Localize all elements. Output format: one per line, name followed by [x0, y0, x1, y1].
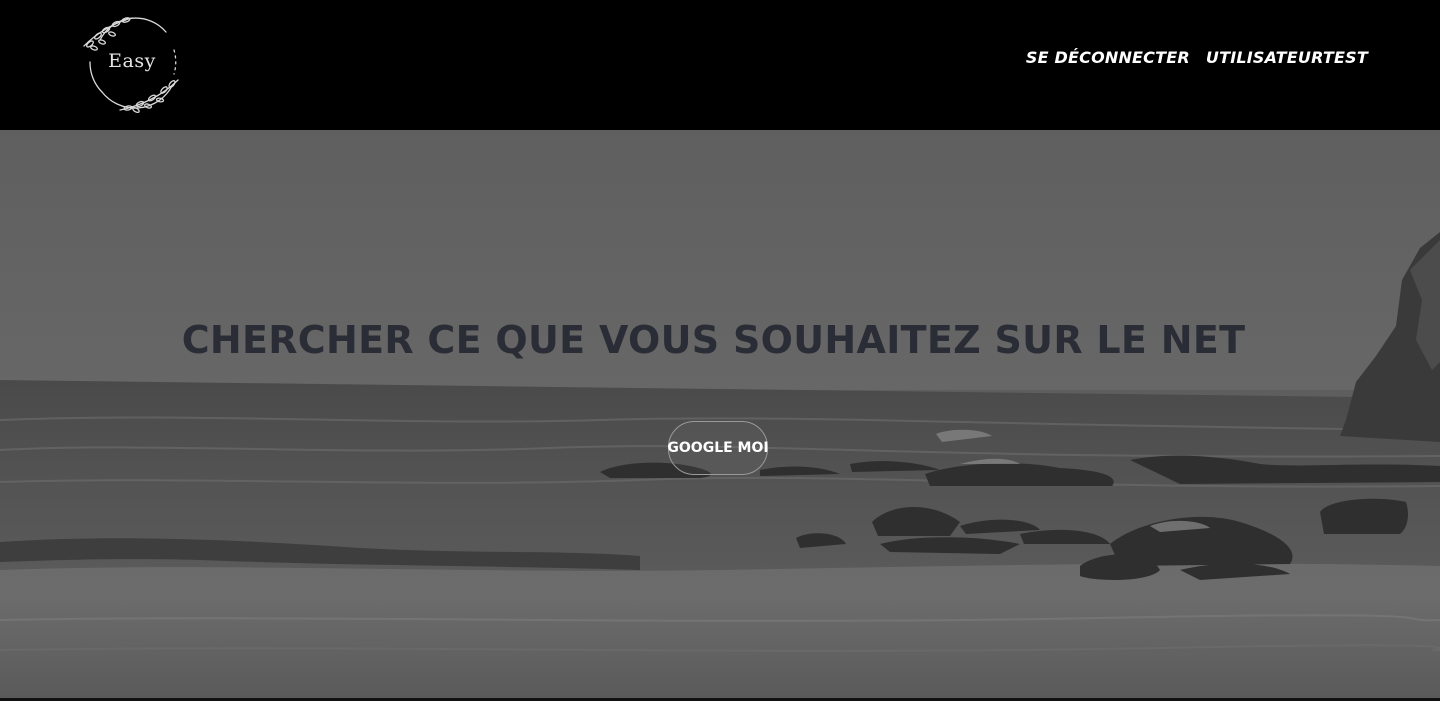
- hero-headline: CHERCHER CE QUE VOUS SOUHAITEZ SUR LE NE…: [181, 318, 1246, 362]
- google-moi-button[interactable]: GOOGLE MOI: [667, 421, 769, 475]
- main-nav: SE DÉCONNECTER UTILISATEURTEST: [1026, 48, 1368, 67]
- page: Easy SE DÉCONNECTER UTILISATEURTEST CHER…: [0, 0, 1440, 701]
- user-profile-link[interactable]: UTILISATEURTEST: [1206, 48, 1368, 67]
- logo-text: Easy: [108, 50, 156, 72]
- top-navbar: Easy SE DÉCONNECTER UTILISATEURTEST: [0, 0, 1440, 130]
- logout-link[interactable]: SE DÉCONNECTER: [1026, 48, 1190, 67]
- hero-section: CHERCHER CE QUE VOUS SOUHAITEZ SUR LE NE…: [0, 130, 1440, 698]
- beach-background-image: [0, 130, 1440, 698]
- logo[interactable]: Easy: [80, 10, 184, 114]
